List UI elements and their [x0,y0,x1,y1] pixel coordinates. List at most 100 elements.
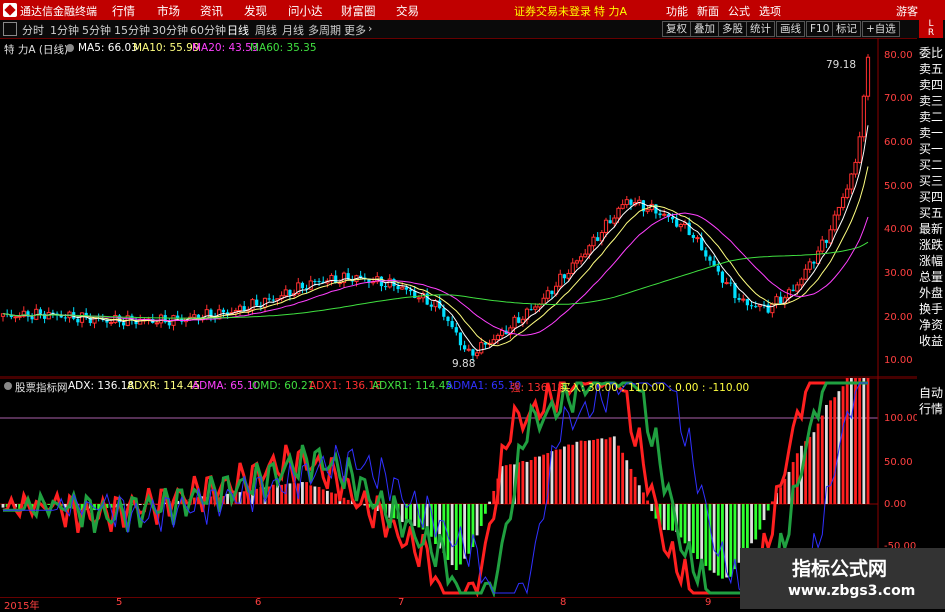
indicator-bar [47,504,51,505]
candle-body [737,298,741,300]
period-multi[interactable]: 多周期 [308,22,341,38]
indicator-bar [600,438,604,504]
candle-body [836,206,841,216]
side-tab-18[interactable]: 收益 [919,334,945,348]
period-fenshi[interactable]: 分时 [22,22,44,38]
candle-body [857,136,862,163]
period-15min[interactable]: 15分钟 [114,22,150,38]
side-tab-3[interactable]: 卖三 [919,94,945,108]
indicator-bar [687,504,691,548]
indicator-bar [820,415,824,504]
menu-shichang[interactable]: 市场 [157,3,180,19]
candle-body [192,314,197,318]
side-tab-8[interactable]: 买三 [919,174,945,188]
period-5min[interactable]: 5分钟 [82,22,111,38]
candle-body [533,306,538,310]
period-daily[interactable]: 日线 [227,22,249,38]
candle-body [383,286,388,288]
side-tab-7[interactable]: 买二 [919,158,945,172]
menu-zixun[interactable]: 资讯 [200,3,223,19]
side-tab-16[interactable]: 换手 [919,302,945,316]
period-more[interactable]: 更多 [344,22,366,38]
indicator-name[interactable]: 股票指标网 [15,380,68,395]
indicator-bar [637,485,641,504]
side-tab-12[interactable]: 涨跌 [919,238,945,252]
side-tab-11[interactable]: 最新 [919,222,945,236]
side-tab2-1[interactable]: 行情 [919,402,945,416]
indicator-bar [301,482,304,504]
side-tab-17[interactable]: 净资 [919,318,945,332]
guest-label[interactable]: 游客 [896,3,918,19]
low-price-label: 9.88 [452,358,476,370]
indicator-bar [754,504,758,540]
candle-body [283,289,288,297]
level-badge-icon[interactable]: LR [919,20,943,38]
huaxian-button[interactable]: 画线 [776,21,805,37]
f10-button[interactable]: F10 [806,21,834,37]
side-tab-13[interactable]: 涨幅 [919,254,945,268]
side-tab-6[interactable]: 买一 [919,142,945,156]
candle-body [495,334,500,341]
menu-caifuquan[interactable]: 财富圈 [341,3,376,19]
indicator-bar [325,490,329,504]
side-tab-2[interactable]: 卖四 [919,78,945,92]
indicator-bar [617,445,620,504]
candle-body [807,261,812,270]
x-label-9: 9 [705,597,712,608]
menu-xinmian[interactable]: 新面 [697,3,719,19]
side-tab-15[interactable]: 外盘 [919,286,945,300]
menu-gongneng[interactable]: 功能 [666,3,688,19]
indicator-bar [504,465,508,504]
candle-body [662,213,667,216]
period-60min[interactable]: 60分钟 [190,22,226,38]
menu-wenxiaoda[interactable]: 问小达 [288,3,323,19]
period-monthly[interactable]: 月线 [282,22,304,38]
side-tab-9[interactable]: 买四 [919,190,945,204]
candle-body [587,245,592,255]
candle-body [853,161,858,175]
indicator-settings-icon[interactable] [4,382,12,390]
period-30min[interactable]: 30分钟 [152,22,188,38]
toggle-icon[interactable] [3,22,17,36]
candle-body [828,229,833,244]
side-tab-14[interactable]: 总量 [919,270,945,284]
period-1min[interactable]: 1分钟 [50,22,79,38]
more-chevron-icon[interactable]: › [368,22,372,35]
price-chart[interactable] [0,38,917,378]
menu-jiaoyi[interactable]: 交易 [396,3,419,19]
candle-body [221,309,226,313]
biaoji-button[interactable]: 标记 [832,21,861,37]
x-label-6: 6 [255,597,262,608]
candle-body [845,188,850,198]
indicator-bar [679,504,683,538]
menu-faxian[interactable]: 发现 [244,3,267,19]
settings-dot-icon[interactable] [66,44,74,52]
ytick: 20.00 [884,312,913,323]
side-tab-5[interactable]: 卖一 [919,126,945,140]
fuquan-button[interactable]: 复权 [662,21,691,37]
indicator-bar [529,460,533,504]
add-watchlist-button[interactable]: +自选 [862,21,900,37]
indicator-bar [612,436,616,504]
candle-body [799,278,804,286]
side-tab-0[interactable]: 委比 [919,46,945,60]
side-tab-4[interactable]: 卖二 [919,110,945,124]
menu-xuanxiang[interactable]: 选项 [759,3,781,19]
side-tab-10[interactable]: 买五 [919,206,945,220]
diejia-button[interactable]: 叠加 [690,21,719,37]
login-notice[interactable]: 证券交易未登录 [514,3,591,19]
indicator-bar [779,487,783,504]
ytick: 60.00 [884,137,913,148]
indicator-bar [841,386,845,504]
candle-body [691,234,695,238]
menu-gongshi[interactable]: 公式 [728,3,750,19]
x-label-7: 7 [398,597,405,608]
indicator-bar [242,491,246,504]
tongji-button[interactable]: 统计 [746,21,775,37]
menu-hangqing[interactable]: 行情 [112,3,135,19]
side-tab2-0[interactable]: 自动 [919,386,945,400]
candle-body [795,284,800,292]
side-tab-1[interactable]: 卖五 [919,62,945,76]
period-weekly[interactable]: 周线 [255,22,277,38]
duogu-button[interactable]: 多股 [718,21,747,37]
